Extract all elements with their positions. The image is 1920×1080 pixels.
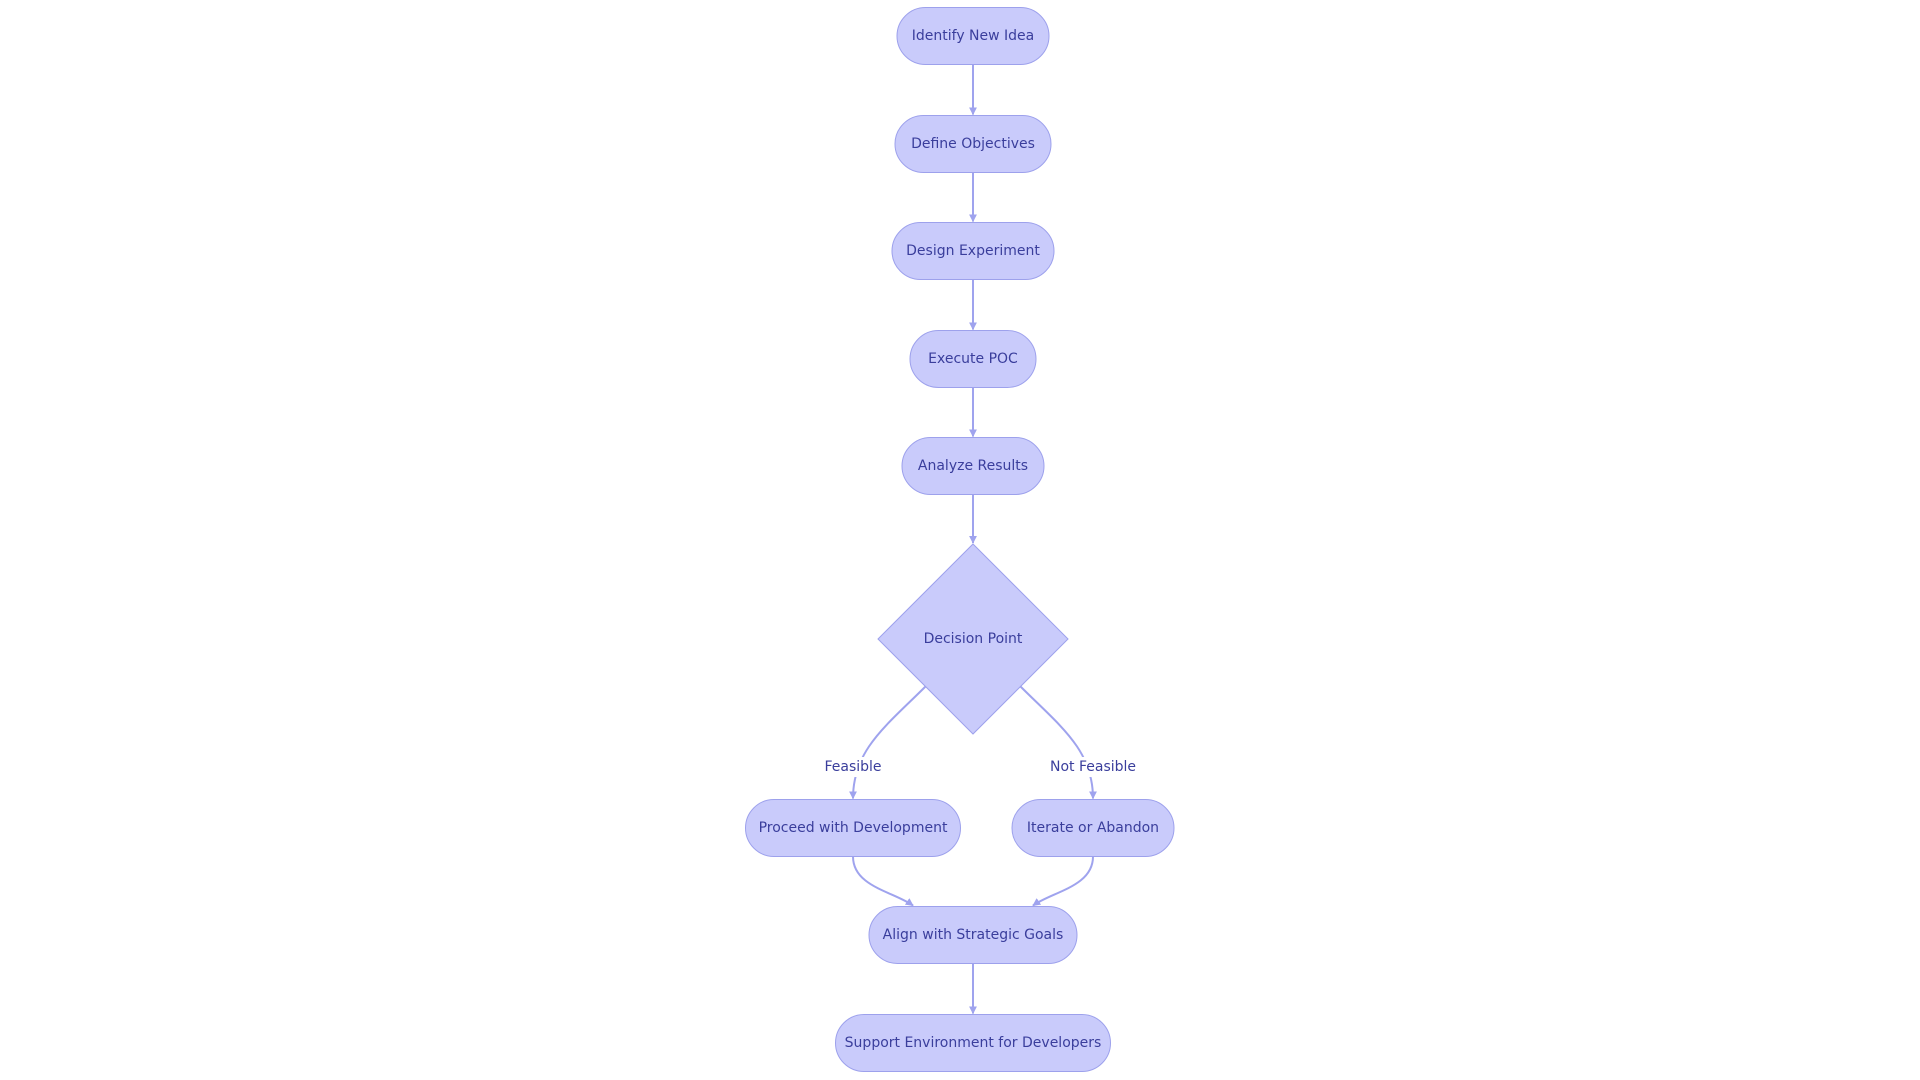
node-support[interactable]: Support Environment for Developers	[835, 1014, 1111, 1072]
edge-labels-layer: Feasible Not Feasible	[818, 757, 1144, 777]
node-proceed[interactable]: Proceed with Development	[745, 799, 961, 857]
edges-layer	[849, 64, 1097, 1015]
node-label: Define Objectives	[911, 136, 1035, 152]
node-iterate[interactable]: Iterate or Abandon	[1011, 799, 1175, 857]
node-label: Align with Strategic Goals	[883, 927, 1064, 943]
node-label: Proceed with Development	[759, 820, 948, 836]
node-label: Execute POC	[928, 351, 1018, 367]
node-label: Decision Point	[924, 631, 1023, 647]
node-align[interactable]: Align with Strategic Goals	[868, 906, 1078, 964]
node-label: Support Environment for Developers	[845, 1035, 1102, 1051]
edge-label-not-feasible: Not Feasible	[1050, 759, 1136, 775]
flowchart-canvas: Identify New Idea Define Objectives Design…	[745, 7, 1175, 1072]
node-design[interactable]: Design Experiment	[891, 222, 1055, 280]
node-label: Design Experiment	[906, 243, 1040, 259]
edge-label-feasible: Feasible	[824, 759, 881, 775]
node-label: Identify New Idea	[912, 28, 1035, 44]
node-identify[interactable]: Identify New Idea	[896, 7, 1050, 65]
node-analyze[interactable]: Analyze Results	[901, 437, 1045, 495]
edge-iterate-to-align	[1032, 856, 1094, 907]
edge-decision-to-iterate	[1019, 685, 1097, 800]
node-label: Analyze Results	[918, 458, 1028, 474]
nodes-layer: Identify New Idea Define Objectives Design…	[745, 7, 1175, 1072]
node-define[interactable]: Define Objectives	[894, 115, 1052, 173]
edge-proceed-to-align	[852, 856, 914, 907]
node-execute[interactable]: Execute POC	[909, 330, 1037, 388]
node-label: Iterate or Abandon	[1027, 820, 1159, 836]
edge-decision-to-proceed	[849, 685, 927, 800]
